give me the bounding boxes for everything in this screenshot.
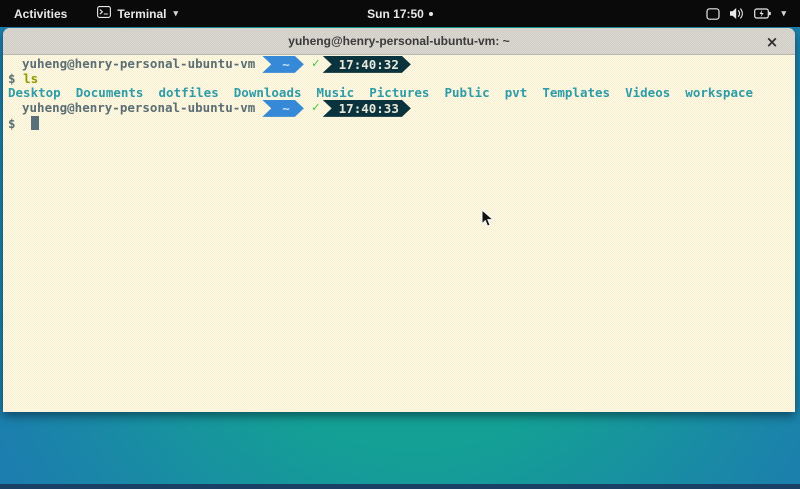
prompt-time-segment: 17:40:33 (323, 100, 411, 117)
app-menu-terminal[interactable]: Terminal ▾ (97, 6, 178, 21)
terminal-caret (31, 116, 39, 130)
input-line: $ (8, 116, 795, 131)
prompt-cwd: ~ (282, 101, 290, 116)
chevron-down-icon: ▾ (781, 8, 786, 19)
status-check-icon: ✓ (312, 57, 320, 72)
chevron-down-icon: ▾ (173, 8, 178, 19)
status-check-icon: ✓ (312, 101, 320, 116)
prompt-user-host: yuheng@henry-personal-ubuntu-vm (22, 101, 255, 116)
command-line: $ ls (8, 72, 795, 87)
prompt-time-segment: 17:40:32 (323, 56, 411, 73)
ls-output: Desktop Documents dotfiles Downloads Mus… (8, 86, 795, 101)
prompt-time: 17:40:32 (339, 57, 399, 72)
activities-button[interactable]: Activities (10, 5, 71, 23)
system-tray-menu[interactable]: ▾ (706, 0, 786, 27)
clock-label[interactable]: Sun 17:50 (367, 7, 424, 21)
window-title: yuheng@henry-personal-ubuntu-vm: ~ (288, 34, 509, 48)
prompt-line-2: yuheng@henry-personal-ubuntu-vm ~ ✓ 17:4… (8, 101, 795, 116)
battery-charging-icon (754, 8, 771, 19)
volume-icon (729, 7, 745, 20)
terminal-window: yuheng@henry-personal-ubuntu-vm: ~ × yuh… (3, 28, 795, 412)
prompt-symbol: $ (8, 116, 16, 131)
terminal-app-icon (97, 6, 111, 21)
close-icon[interactable]: × (761, 28, 783, 55)
prompt-time: 17:40:33 (339, 101, 399, 116)
prompt-cwd: ~ (282, 57, 290, 72)
prompt-symbol: $ (8, 71, 16, 86)
prompt-cwd-segment: ~ (262, 100, 304, 117)
notification-dot (429, 12, 433, 16)
desktop-bottom-strip (0, 484, 800, 489)
prompt-user-host: yuheng@henry-personal-ubuntu-vm (22, 57, 255, 72)
desktop-screen: Activities Terminal ▾ Sun 17:50 (0, 0, 800, 489)
app-menu-label: Terminal (117, 7, 166, 21)
prompt-cwd-segment: ~ (262, 56, 304, 73)
typed-command: ls (23, 71, 38, 86)
prompt-line-1: yuheng@henry-personal-ubuntu-vm ~ ✓ 17:4… (8, 57, 795, 72)
screen-icon (706, 8, 720, 20)
top-bar: Activities Terminal ▾ Sun 17:50 (0, 0, 800, 27)
terminal-content[interactable]: yuheng@henry-personal-ubuntu-vm ~ ✓ 17:4… (3, 55, 795, 412)
window-titlebar[interactable]: yuheng@henry-personal-ubuntu-vm: ~ × (3, 28, 795, 55)
